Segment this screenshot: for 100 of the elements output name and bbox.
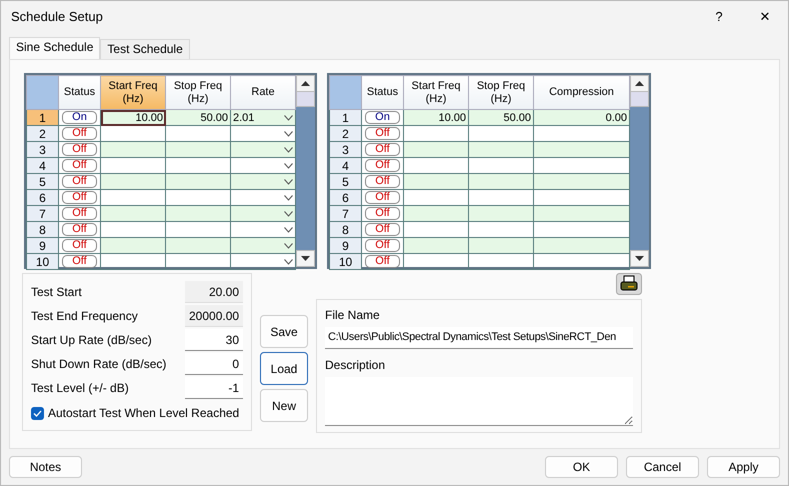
dropdown-icon[interactable] bbox=[284, 226, 293, 232]
status-toggle[interactable]: On bbox=[62, 111, 97, 124]
dropdown-icon[interactable] bbox=[284, 178, 293, 184]
row-header[interactable]: 9 bbox=[26, 238, 58, 254]
status-toggle[interactable]: Off bbox=[365, 223, 400, 236]
number-field[interactable]: 0 bbox=[185, 353, 243, 375]
dropdown-icon[interactable] bbox=[284, 258, 293, 264]
number-field[interactable]: -1 bbox=[185, 377, 243, 399]
scroll-up-icon[interactable] bbox=[301, 81, 310, 86]
notes-button[interactable]: Notes bbox=[9, 456, 82, 478]
row-header[interactable]: 4 bbox=[26, 158, 58, 174]
file-button[interactable]: New bbox=[260, 389, 308, 422]
corner-cell[interactable] bbox=[330, 76, 362, 110]
dropdown-icon[interactable] bbox=[284, 242, 293, 248]
status-toggle[interactable]: Off bbox=[365, 159, 400, 172]
row-header[interactable]: 7 bbox=[330, 206, 362, 222]
dropdown-icon[interactable] bbox=[284, 146, 293, 152]
help-button[interactable]: ? bbox=[696, 1, 742, 33]
table-cell: 50.00 bbox=[468, 110, 534, 126]
status-toggle[interactable]: Off bbox=[62, 159, 97, 172]
status-toggle[interactable]: Off bbox=[365, 207, 400, 220]
status-toggle[interactable]: Off bbox=[62, 255, 97, 268]
column-header[interactable]: Status bbox=[362, 76, 404, 110]
row-header[interactable]: 5 bbox=[330, 174, 362, 190]
table-cell: 10.00 bbox=[404, 110, 468, 126]
status-toggle[interactable]: Off bbox=[62, 223, 97, 236]
status-toggle[interactable]: Off bbox=[365, 255, 400, 268]
row-header[interactable]: 1 bbox=[330, 110, 362, 126]
scrollbar-thumb[interactable] bbox=[296, 91, 315, 107]
table-cell: 2.01 bbox=[233, 112, 254, 124]
column-header[interactable]: Compression bbox=[534, 76, 630, 110]
column-header[interactable]: Start Freq (Hz) bbox=[404, 76, 468, 110]
row-header[interactable]: 8 bbox=[330, 222, 362, 238]
column-header[interactable]: Start Freq (Hz) bbox=[100, 76, 166, 110]
scroll-down-icon[interactable] bbox=[301, 256, 310, 261]
field-label: Shut Down Rate (dB/sec) bbox=[31, 356, 168, 373]
status-toggle[interactable]: Off bbox=[365, 127, 400, 140]
column-header[interactable]: Status bbox=[58, 76, 100, 110]
row-header[interactable]: 3 bbox=[26, 142, 58, 158]
dropdown-icon[interactable] bbox=[284, 130, 293, 136]
row-header[interactable]: 2 bbox=[26, 126, 58, 142]
dropdown-icon[interactable] bbox=[284, 162, 293, 168]
scroll-up-icon[interactable] bbox=[635, 81, 644, 86]
status-toggle[interactable]: Off bbox=[365, 239, 400, 252]
row-header[interactable]: 1 bbox=[26, 110, 58, 126]
tab[interactable]: Sine Schedule bbox=[9, 37, 100, 59]
status-toggle[interactable]: Off bbox=[62, 239, 97, 252]
status-toggle[interactable]: Off bbox=[365, 143, 400, 156]
status-toggle[interactable]: Off bbox=[365, 191, 400, 204]
row-header[interactable]: 9 bbox=[330, 238, 362, 254]
dialog-button[interactable]: Apply bbox=[707, 456, 780, 478]
number-field[interactable]: 30 bbox=[185, 329, 243, 351]
scrollbar-thumb[interactable] bbox=[630, 91, 649, 107]
close-button[interactable]: ✕ bbox=[742, 1, 788, 33]
status-toggle[interactable]: On bbox=[365, 111, 400, 124]
row-header[interactable]: 5 bbox=[26, 174, 58, 190]
status-toggle[interactable]: Off bbox=[62, 143, 97, 156]
dialog-button[interactable]: OK bbox=[545, 456, 618, 478]
row-header[interactable]: 10 bbox=[330, 254, 362, 270]
check-icon bbox=[33, 410, 42, 416]
row-header[interactable]: 6 bbox=[330, 190, 362, 206]
row-header[interactable]: 7 bbox=[26, 206, 58, 222]
column-header[interactable]: Rate bbox=[230, 76, 296, 110]
tab[interactable]: Test Schedule bbox=[100, 39, 190, 59]
field-label: Test Start bbox=[31, 284, 83, 301]
row-header[interactable]: 3 bbox=[330, 142, 362, 158]
scroll-down-icon[interactable] bbox=[635, 256, 644, 261]
field-label: Test End Frequency bbox=[31, 308, 139, 325]
table-cell: 50.00 bbox=[166, 110, 230, 126]
file-name-field[interactable]: C:\Users\Public\Spectral Dynamics\Test Setups\SineRCT_Den bbox=[325, 327, 633, 349]
column-header[interactable]: Stop Freq (Hz) bbox=[468, 76, 534, 110]
number-field[interactable]: 20.00 bbox=[185, 281, 243, 303]
row-header[interactable]: 4 bbox=[330, 158, 362, 174]
row-header[interactable]: 8 bbox=[26, 222, 58, 238]
field-label: Description bbox=[325, 357, 386, 374]
printer-icon[interactable] bbox=[616, 273, 642, 295]
description-field[interactable] bbox=[325, 377, 633, 426]
column-header[interactable]: Stop Freq (Hz) bbox=[166, 76, 230, 110]
checkbox[interactable] bbox=[31, 406, 44, 420]
dialog-button[interactable]: Cancel bbox=[626, 456, 699, 478]
status-toggle[interactable]: Off bbox=[365, 175, 400, 188]
field-label: File Name bbox=[325, 307, 381, 324]
status-toggle[interactable]: Off bbox=[62, 191, 97, 204]
field-label: Test Level (+/- dB) bbox=[31, 380, 130, 397]
row-header[interactable]: 6 bbox=[26, 190, 58, 206]
number-field[interactable]: 20000.00 bbox=[185, 305, 243, 327]
status-toggle[interactable]: Off bbox=[62, 207, 97, 220]
dropdown-icon[interactable] bbox=[284, 210, 293, 216]
row-header[interactable]: 10 bbox=[26, 254, 58, 270]
window-title: Schedule Setup bbox=[11, 8, 104, 26]
file-button[interactable]: Save bbox=[260, 315, 308, 348]
status-toggle[interactable]: Off bbox=[62, 127, 97, 140]
corner-cell[interactable] bbox=[26, 76, 58, 110]
status-toggle[interactable]: Off bbox=[62, 175, 97, 188]
table-cell: 0.00 bbox=[534, 110, 630, 126]
table-cell: 10.00 bbox=[100, 110, 166, 126]
dropdown-icon[interactable] bbox=[284, 194, 293, 200]
file-button[interactable]: Load bbox=[260, 352, 308, 385]
row-header[interactable]: 2 bbox=[330, 126, 362, 142]
dropdown-icon[interactable] bbox=[284, 114, 293, 120]
